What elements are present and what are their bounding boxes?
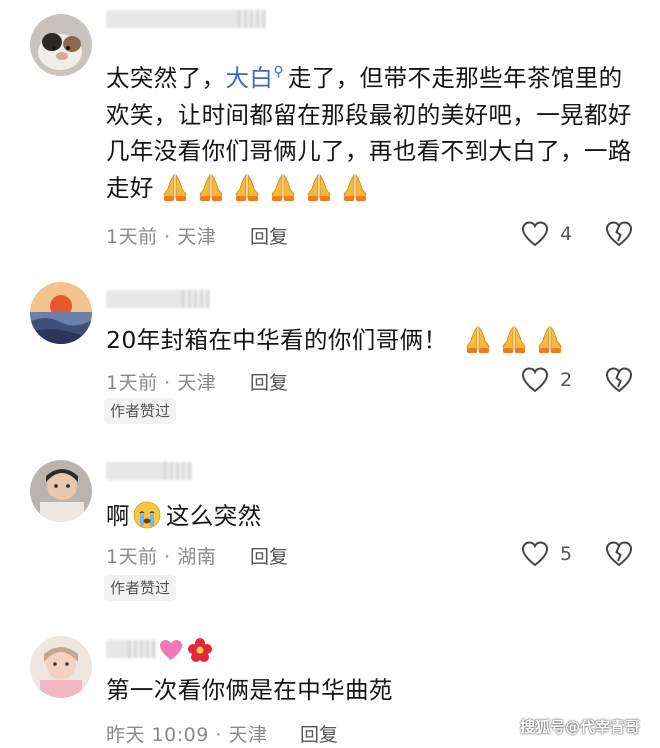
folded-hands-emoji [535, 324, 565, 354]
dislike-button[interactable] [604, 539, 634, 569]
name-emoji [158, 636, 218, 664]
crying-face-emoji [132, 500, 162, 530]
reply-button[interactable]: 回复 [250, 542, 288, 569]
comment-text: 20年封箱在中华看的你们哥俩！ [106, 322, 636, 359]
avatar[interactable] [30, 636, 92, 698]
folded-hands-emoji [340, 172, 370, 202]
meta-separator: · [215, 724, 222, 746]
folded-hands-emoji [196, 172, 226, 202]
comment-text-part: 第一次看你俩是在中华曲苑 [106, 676, 393, 704]
avatar[interactable] [30, 460, 92, 522]
comment-text-part: 20年封箱在中华看的你们哥俩！ [106, 326, 448, 354]
heart-icon[interactable] [520, 539, 550, 569]
dislike-button[interactable] [604, 365, 634, 395]
meta-separator: · [164, 226, 171, 248]
username-blurred[interactable] [106, 10, 266, 28]
folded-hands-emoji [463, 324, 493, 354]
comment-text: 太突然了，大白⚲ 走了，但带不走那些年茶馆里的欢笑，让时间都留在那段最初的美好吧，… [106, 54, 636, 206]
folded-hands-emoji [268, 172, 298, 202]
comment-time: 昨天 10:09 [106, 724, 209, 746]
folded-hands-emoji [160, 172, 190, 202]
username-blurred[interactable] [106, 640, 156, 658]
comment-text: 啊 这么突然 [106, 498, 636, 535]
comment-time: 1天前 [106, 372, 158, 394]
reply-button[interactable]: 回复 [300, 720, 338, 747]
comment-time: 1天前 [106, 546, 158, 568]
reply-button[interactable]: 回复 [250, 222, 288, 249]
comment-time: 1天前 [106, 226, 158, 248]
author-liked-badge: 作者赞过 [104, 575, 177, 601]
reply-button[interactable]: 回复 [250, 368, 288, 395]
broken-heart-icon[interactable] [604, 219, 634, 249]
topic-link[interactable]: 大白⚲ [226, 64, 288, 92]
meta-separator: · [164, 546, 171, 568]
comment-location: 湖南 [177, 546, 217, 568]
comment-meta: 1天前 · 天津 [106, 368, 216, 395]
broken-heart-icon[interactable] [604, 365, 634, 395]
comment-location: 天津 [177, 372, 217, 394]
username-blurred[interactable] [106, 290, 210, 308]
heart-icon[interactable] [520, 365, 550, 395]
author-liked-badge: 作者赞过 [104, 398, 177, 424]
comment-text-part: 太突然了， [106, 64, 226, 92]
watermark: 搜狐号@代宰青哥 [520, 718, 641, 736]
meta-separator: · [164, 372, 171, 394]
folded-hands-emoji [232, 172, 262, 202]
like-button[interactable]: 4 [520, 219, 590, 249]
like-button[interactable]: 5 [520, 539, 590, 569]
username-blurred[interactable] [106, 462, 192, 480]
comment-meta: 1天前 · 天津 [106, 222, 216, 249]
comment-meta: 昨天 10:09 · 天津 [106, 720, 267, 747]
like-count: 5 [560, 543, 573, 565]
folded-hands-emoji [499, 324, 529, 354]
comment-text-part: 这么突然 [165, 502, 262, 530]
broken-heart-icon[interactable] [604, 539, 634, 569]
comment-text: 第一次看你俩是在中华曲苑 [106, 672, 636, 709]
like-button[interactable]: 2 [520, 365, 590, 395]
like-count: 2 [560, 369, 573, 391]
comment-meta: 1天前 · 湖南 [106, 542, 216, 569]
topic-link-text[interactable]: 大白 [226, 64, 274, 92]
search-icon[interactable]: ⚲ [273, 54, 284, 91]
folded-hands-emoji [304, 172, 334, 202]
like-count: 4 [560, 223, 573, 245]
comment-text-part: 啊 [106, 502, 130, 530]
avatar[interactable] [30, 282, 92, 344]
heart-emoji-icon [160, 640, 182, 660]
avatar[interactable] [30, 14, 92, 76]
comment-location: 天津 [177, 226, 217, 248]
comment-location: 天津 [228, 724, 268, 746]
dislike-button[interactable] [604, 219, 634, 249]
heart-icon[interactable] [520, 219, 550, 249]
flower-emoji-icon [188, 638, 212, 662]
